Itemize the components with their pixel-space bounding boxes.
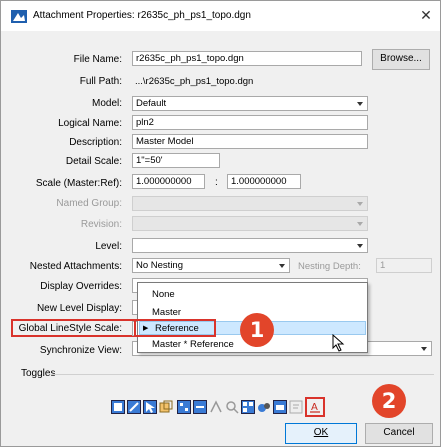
detail-scale-label: Detail Scale: bbox=[65, 156, 122, 167]
dropdown-item-none[interactable]: None bbox=[152, 289, 175, 300]
scale-ref-field[interactable]: 1.000000000 bbox=[227, 174, 301, 189]
file-name-label: File Name: bbox=[73, 54, 122, 65]
cancel-button[interactable]: Cancel bbox=[365, 423, 433, 444]
nested-attachments-label: Nested Attachments: bbox=[29, 261, 122, 272]
snap-toggle-icon[interactable] bbox=[127, 400, 141, 414]
browse-button[interactable]: Browse... bbox=[372, 49, 430, 70]
model-combo[interactable]: Default bbox=[132, 96, 368, 111]
new-level-display-label: New Level Display: bbox=[36, 303, 122, 314]
ok-button[interactable]: OK bbox=[285, 423, 357, 444]
level-combo[interactable] bbox=[132, 238, 368, 253]
scale-label: Scale (Master:Ref): bbox=[35, 178, 122, 189]
chevron-down-icon bbox=[357, 102, 363, 106]
nesting-depth-field: 1 bbox=[376, 258, 432, 273]
full-path-value: ...\r2635c_ph_ps1_topo.dgn bbox=[135, 76, 254, 87]
description-label: Description: bbox=[69, 137, 122, 148]
line-style-toggle-icon[interactable]: A bbox=[308, 400, 322, 414]
dropdown-item-master[interactable]: Master bbox=[152, 307, 181, 318]
chevron-down-icon bbox=[357, 222, 363, 226]
scale-master-field[interactable]: 1.000000000 bbox=[132, 174, 205, 189]
annotation-toggle-icon[interactable] bbox=[289, 400, 303, 414]
render-toggle-icon[interactable] bbox=[209, 400, 223, 414]
scale-separator: : bbox=[215, 177, 218, 188]
attachment-properties-dialog: Attachment Properties: r2635c_ph_ps1_top… bbox=[0, 0, 441, 447]
close-icon[interactable]: ✕ bbox=[418, 7, 434, 23]
locate-toggle-icon[interactable] bbox=[143, 400, 157, 414]
ignore-attachment-icon[interactable] bbox=[193, 400, 207, 414]
treat-as-element-icon[interactable] bbox=[159, 400, 173, 414]
highlight-box-reference bbox=[134, 319, 216, 337]
detail-scale-combo[interactable]: 1"=50' bbox=[132, 153, 220, 168]
file-name-field[interactable]: r2635c_ph_ps1_topo.dgn bbox=[132, 51, 362, 66]
synchronize-view-label: Synchronize View: bbox=[39, 345, 122, 356]
chevron-down-icon bbox=[357, 244, 363, 248]
model-value: Default bbox=[136, 98, 167, 109]
callout-badge-1: 1 bbox=[240, 313, 274, 347]
chevron-down-icon bbox=[421, 347, 427, 351]
clip-toggle-icon[interactable] bbox=[225, 400, 239, 414]
named-group-combo bbox=[132, 196, 368, 211]
nested-attachments-value: No Nesting bbox=[136, 260, 183, 271]
named-group-label: Named Group: bbox=[56, 198, 122, 209]
chevron-down-icon bbox=[279, 264, 285, 268]
revision-combo bbox=[132, 216, 368, 231]
nesting-depth-label: Nesting Depth: bbox=[298, 261, 361, 272]
color-toggle-icon[interactable] bbox=[257, 400, 271, 414]
display-toggle-icon[interactable] bbox=[111, 400, 125, 414]
chevron-down-icon bbox=[357, 202, 363, 206]
mouse-cursor-icon bbox=[332, 334, 345, 352]
level-label: Level: bbox=[95, 241, 122, 252]
svg-text:A: A bbox=[311, 402, 318, 413]
detail-scale-value: 1"=50' bbox=[136, 155, 163, 166]
title-bar: Attachment Properties: r2635c_ph_ps1_top… bbox=[1, 1, 440, 31]
callout-badge-2: 2 bbox=[372, 384, 406, 418]
dropdown-item-master-reference[interactable]: Master * Reference bbox=[152, 339, 234, 350]
microstation-app-icon bbox=[11, 10, 27, 23]
description-field[interactable]: Master Model bbox=[132, 134, 368, 149]
nested-attachments-combo[interactable]: No Nesting bbox=[132, 258, 290, 273]
full-path-label: Full Path: bbox=[79, 76, 122, 87]
views-toggle-icon[interactable] bbox=[241, 400, 255, 414]
logical-name-label: Logical Name: bbox=[58, 118, 122, 129]
model-label: Model: bbox=[91, 98, 122, 109]
revision-label: Revision: bbox=[80, 219, 122, 230]
window-title: Attachment Properties: r2635c_ph_ps1_top… bbox=[33, 10, 251, 21]
display-overrides-label: Display Overrides: bbox=[40, 281, 122, 292]
raster-toggle-icon[interactable] bbox=[177, 400, 191, 414]
toggles-divider bbox=[51, 374, 434, 375]
global-linestyle-scale-label: Global LineStyle Scale: bbox=[18, 323, 122, 334]
print-toggle-icon[interactable] bbox=[273, 400, 287, 414]
logical-name-field[interactable]: pln2 bbox=[132, 115, 368, 130]
